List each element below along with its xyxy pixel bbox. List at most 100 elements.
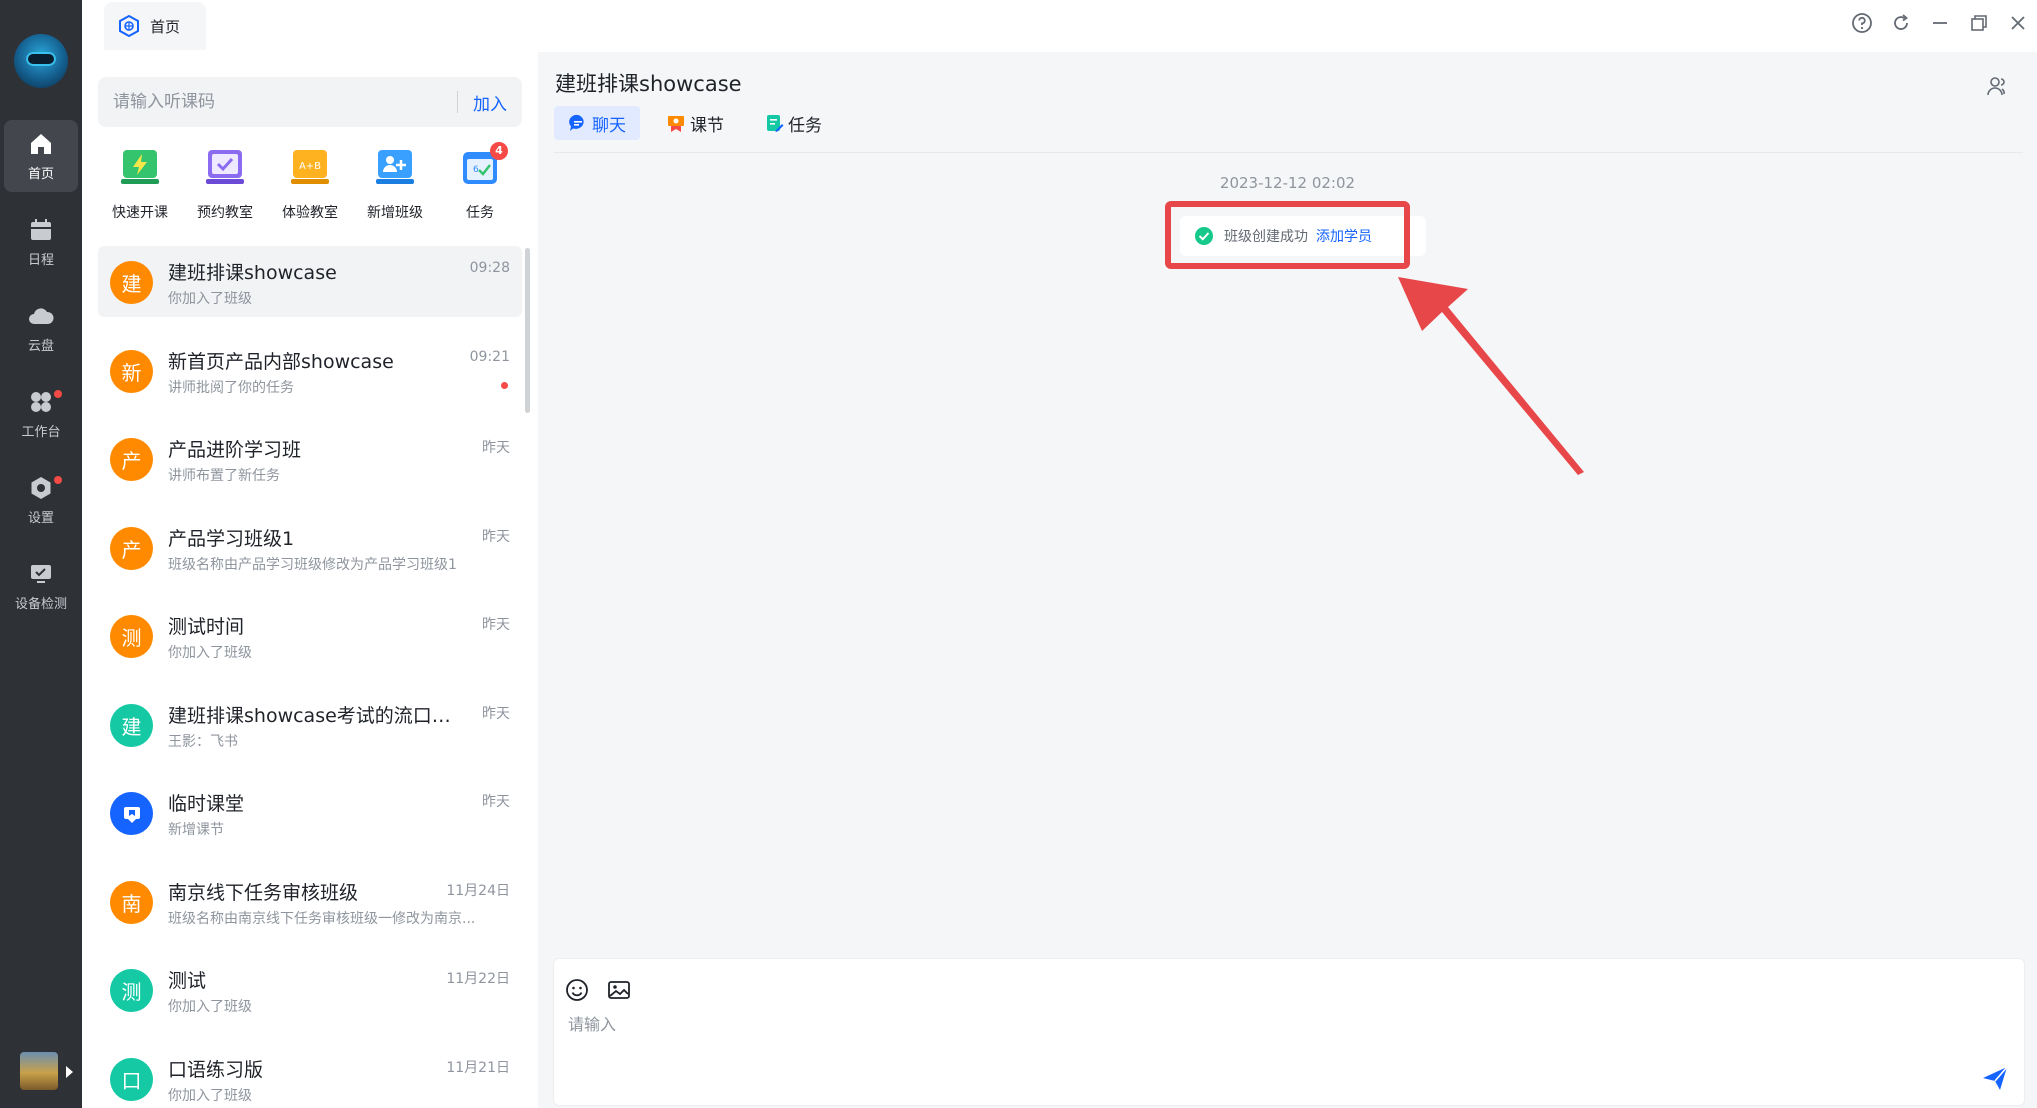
conversation-avatar: 南 — [110, 880, 153, 924]
chat-tabs: 聊天 课节 任务 — [554, 106, 848, 140]
globe-icon — [119, 15, 139, 37]
restore-icon — [1970, 15, 1987, 31]
tasks-button[interactable]: 6 4 任务 — [442, 142, 518, 226]
laptop-check-icon — [206, 150, 244, 184]
nav-item-workbench[interactable]: 工作台 — [4, 378, 78, 450]
nav-item-calendar[interactable]: 日程 — [4, 206, 78, 278]
conversation-preview: 讲师布置了新任务 — [168, 468, 280, 484]
add-group-icon — [376, 150, 414, 184]
conversation-avatar — [110, 792, 153, 835]
conversation-title: 产品进阶学习班 — [168, 439, 302, 461]
trial-classroom-button[interactable]: A+B 体验教室 — [272, 146, 348, 226]
help-icon — [1851, 13, 1872, 33]
chat-icon — [569, 114, 584, 131]
conversation-time: 11月21日 — [446, 1059, 510, 1076]
list-item[interactable]: 测 测试 你加入了班级 11月22日 — [98, 954, 522, 1025]
conversation-avatar: 产 — [110, 526, 153, 570]
task-count-badge: 4 — [490, 142, 508, 160]
join-button[interactable]: 加入 — [458, 90, 522, 115]
list-item[interactable]: 临时课堂 新增课节 昨天 — [98, 777, 522, 848]
ab-text: A+B — [299, 161, 321, 172]
home-icon — [31, 133, 51, 154]
refresh-icon — [1893, 14, 1908, 30]
cloud-icon — [29, 307, 54, 324]
annotation-arrow-icon — [1398, 277, 1584, 475]
list-item[interactable]: 产 产品进阶学习班 讲师布置了新任务 昨天 — [98, 423, 522, 494]
nav-item-device-check[interactable]: 设备检测 — [4, 550, 78, 622]
tab-lessons[interactable]: 课节 — [652, 106, 738, 140]
unread-dot — [501, 381, 508, 389]
conversation-preview: 班级名称由产品学习班级修改为产品学习班级1 — [168, 556, 457, 573]
svg-text:6: 6 — [473, 165, 479, 175]
conversation-time: 11月22日 — [446, 971, 510, 987]
help-button[interactable] — [1842, 10, 1881, 36]
refresh-button[interactable] — [1881, 10, 1920, 36]
conversation-title: 建班排课showcase考试的流口水的... — [168, 704, 468, 727]
ab-board-icon: A+B — [291, 150, 329, 184]
quick-start-class-button[interactable]: 快速开课 — [102, 146, 178, 226]
send-icon[interactable] — [1980, 1063, 2010, 1093]
image-icon[interactable] — [606, 977, 632, 1003]
conversation-preview: 你加入了班级 — [168, 645, 252, 661]
list-item[interactable]: 建 建班排课showcase考试的流口水的... 王影：飞书 昨天 — [98, 689, 522, 760]
minimize-button[interactable] — [1920, 10, 1959, 36]
tab-home[interactable]: 首页 — [104, 2, 206, 50]
message-input[interactable] — [568, 1011, 1968, 1081]
add-class-button[interactable]: 新增班级 — [357, 146, 433, 226]
conversation-preview: 讲师批阅了你的任务 — [168, 379, 294, 396]
list-item[interactable]: 南 南京线下任务审核班级 班级名称由南京线下任务审核班级一修改为南京... 11… — [98, 866, 522, 937]
quick-action-label: 快速开课 — [112, 205, 168, 221]
conversation-time: 昨天 — [482, 528, 510, 545]
list-item[interactable]: 新 新首页产品内部showcase 讲师批阅了你的任务 09:21 — [98, 335, 522, 406]
lesson-icon — [668, 116, 684, 132]
quick-action-label: 任务 — [466, 205, 494, 221]
list-item[interactable]: 测 测试时间 你加入了班级 昨天 — [98, 600, 522, 671]
conversation-preview: 你加入了班级 — [168, 1087, 252, 1104]
notification-dot — [54, 476, 62, 484]
quick-action-label: 新增班级 — [367, 205, 423, 221]
restore-button[interactable] — [1959, 10, 1998, 36]
conversation-avatar: 口 — [110, 1057, 153, 1101]
tab-tasks[interactable]: 任务 — [750, 106, 836, 140]
user-avatar[interactable] — [20, 1052, 58, 1090]
conversation-title: 临时课堂 — [168, 793, 245, 815]
list-scrollbar[interactable] — [525, 248, 530, 413]
lightning-icon — [121, 150, 159, 184]
minimize-icon — [1932, 22, 1947, 24]
left-nav: 首页 日程 云盘 工作台 设置 设备检测 — [0, 0, 82, 1108]
nav-item-settings[interactable]: 设置 — [4, 464, 78, 536]
expand-arrow-icon[interactable] — [66, 1066, 73, 1078]
window-controls — [1842, 10, 2037, 36]
conversation-time: 昨天 — [482, 794, 510, 810]
conversation-preview: 王影：飞书 — [168, 733, 238, 750]
members-icon[interactable] — [1985, 74, 2009, 98]
conversation-avatar: 新 — [110, 349, 153, 393]
list-item[interactable]: 口 口语练习版 你加入了班级 11月21日 — [98, 1043, 522, 1108]
close-icon — [2010, 16, 2025, 30]
nav-label: 工作台 — [21, 424, 61, 440]
conversation-avatar: 产 — [110, 438, 153, 481]
conversation-avatar: 测 — [110, 615, 153, 658]
conversation-title: 口语练习版 — [168, 1058, 264, 1081]
app-window: 首页 日程 云盘 工作台 设置 设备检测 首页 请输入听课码 加入 快速开课 预… — [0, 0, 2037, 1108]
settings-icon — [31, 476, 51, 499]
emoji-icon[interactable] — [564, 977, 590, 1003]
nav-item-home[interactable]: 首页 — [4, 120, 78, 192]
quick-actions: 快速开课 预约教室 A+B 体验教室 新增班级 6 4 任务 — [98, 142, 522, 226]
list-item[interactable]: 建 建班排课showcase 你加入了班级 09:28 — [98, 246, 522, 317]
chat-main: 建班排课showcase 聊天 课节 任务 2023-12-12 02:02 班… — [538, 0, 2037, 1108]
device-check-icon — [31, 564, 51, 583]
nav-item-cloud[interactable]: 云盘 — [4, 292, 78, 364]
tab-chat[interactable]: 聊天 — [554, 106, 640, 140]
conversation-avatar: 测 — [110, 969, 153, 1012]
list-item[interactable]: 产 产品学习班级1 班级名称由产品学习班级修改为产品学习班级1 昨天 — [98, 512, 522, 583]
book-classroom-button[interactable]: 预约教室 — [187, 146, 263, 226]
conversation-column: 首页 加入 快速开课 预约教室 A+B 体验教室 新增班级 — [82, 0, 538, 1108]
conversation-time: 昨天 — [482, 705, 510, 722]
conversation-time: 11月24日 — [446, 882, 510, 899]
join-code-input[interactable] — [98, 92, 457, 112]
conversation-preview: 你加入了班级 — [168, 999, 252, 1015]
close-button[interactable] — [1998, 10, 2037, 36]
calendar-icon — [31, 218, 51, 240]
nav-label: 云盘 — [27, 338, 54, 354]
